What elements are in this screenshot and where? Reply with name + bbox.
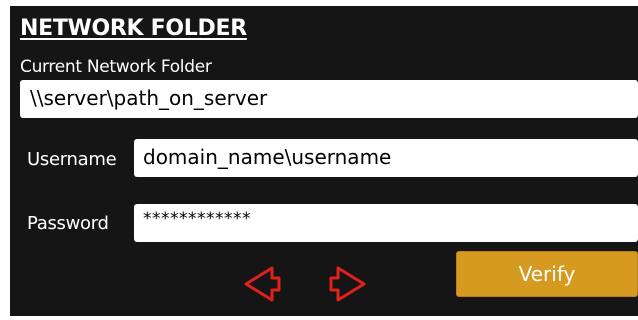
verify-button-label: Verify [518, 262, 576, 286]
username-field[interactable]: domain_name\username [134, 139, 638, 177]
back-arrow-icon[interactable] [242, 262, 282, 306]
username-label: Username [27, 149, 117, 170]
folder-label: Current Network Folder [20, 57, 212, 77]
password-label: Password [27, 213, 109, 234]
verify-button[interactable]: Verify [456, 251, 638, 297]
folder-path-field[interactable]: \\server\path_on_server [20, 80, 638, 118]
network-folder-panel: NETWORK FOLDER Current Network Folder \\… [10, 6, 638, 316]
forward-arrow-icon[interactable] [328, 262, 368, 306]
password-field[interactable]: ************ [134, 204, 638, 242]
page-title: NETWORK FOLDER [20, 16, 247, 41]
